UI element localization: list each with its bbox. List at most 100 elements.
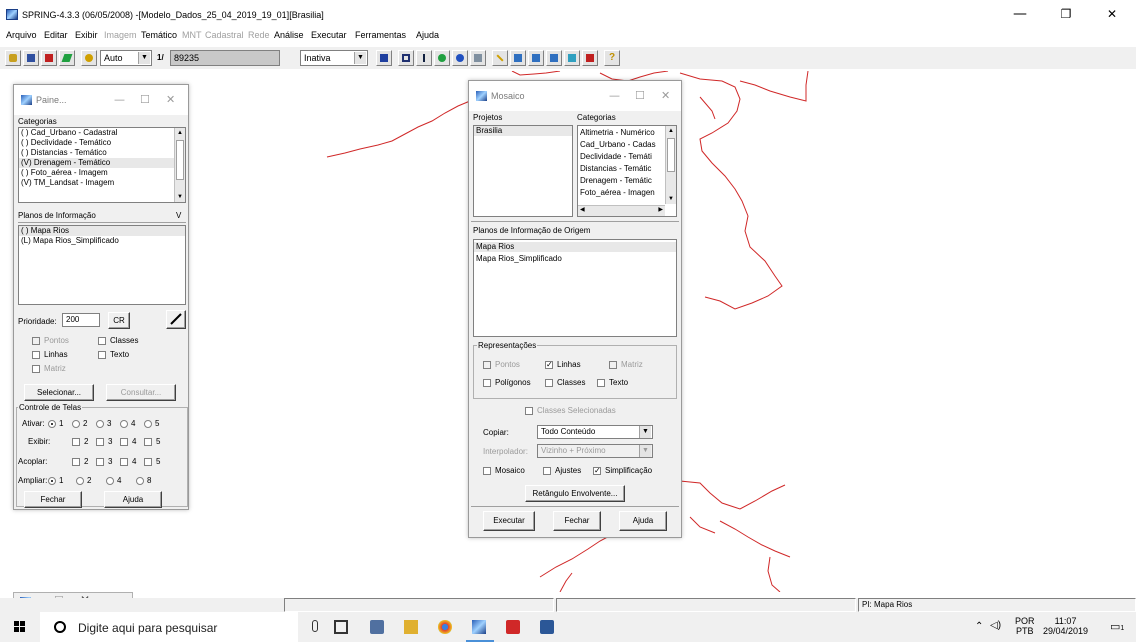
chevron-up-icon[interactable]: ⌃	[975, 621, 983, 632]
painel-ajuda-button[interactable]: Ajuda	[104, 491, 162, 508]
painel-titlebar[interactable]: Paine... — ☐ ✕	[14, 85, 188, 115]
mosaico-checkbox[interactable]	[483, 467, 491, 475]
planos-list[interactable]: ( ) Mapa Rios (L) Mapa Rios_Simplificado	[18, 225, 186, 305]
edit-color-button[interactable]	[166, 310, 186, 329]
undo-icon[interactable]	[582, 50, 598, 66]
taskbar-search[interactable]: Digite aqui para pesquisar	[40, 612, 318, 642]
pan-icon[interactable]	[434, 50, 450, 66]
microphone-icon[interactable]	[312, 620, 318, 632]
repr-classes-checkbox[interactable]	[545, 379, 553, 387]
clock[interactable]: 11:07 29/04/2019	[1043, 616, 1088, 636]
close-button[interactable]: ✕	[1092, 4, 1132, 24]
spring-app-icon[interactable]	[472, 620, 486, 634]
menu-analise[interactable]: Análise	[274, 30, 304, 40]
categorias-scrollbar[interactable]: ▲ ▼	[174, 128, 185, 202]
edit-node-icon[interactable]	[528, 50, 544, 66]
list-item[interactable]: ( ) Cad_Urbano - Cadastral	[19, 128, 185, 138]
acoplar-checkbox-4[interactable]	[120, 458, 128, 466]
scroll-down-icon[interactable]: ▼	[666, 194, 676, 204]
acoplar-checkbox-5[interactable]	[144, 458, 152, 466]
simplificacao-checkbox[interactable]: ✓	[593, 467, 601, 475]
classes-selecionadas-checkbox[interactable]	[525, 407, 533, 415]
list-item[interactable]: (V) Drenagem - Temático	[19, 158, 185, 168]
zoom-area-icon[interactable]	[398, 50, 414, 66]
list-item[interactable]: Mapa Rios	[474, 242, 676, 252]
volume-icon[interactable]: ◁)	[990, 620, 1001, 631]
categorias-v-scrollbar[interactable]: ▲ ▼	[665, 126, 676, 204]
selecionar-button[interactable]: Selecionar...	[24, 384, 94, 401]
menu-ajuda[interactable]: Ajuda	[416, 30, 439, 40]
list-item[interactable]: Distancias - Temátic	[578, 164, 676, 174]
list-item[interactable]: ( ) Declividade - Temático	[19, 138, 185, 148]
matriz-checkbox[interactable]	[32, 365, 40, 373]
mosaico-categorias-list[interactable]: Altimetria - Numérico Cad_Urbano - Cadas…	[577, 125, 677, 217]
linhas-checkbox[interactable]	[32, 351, 40, 359]
list-item[interactable]: Foto_aérea - Imagen	[578, 188, 676, 198]
list-item[interactable]: Altimetria - Numérico	[578, 128, 676, 138]
copiar-select[interactable]: Todo Conteúdo ▼	[537, 425, 653, 439]
windows-start-icon[interactable]	[14, 621, 26, 633]
menu-imagem[interactable]: Imagem	[104, 30, 137, 40]
categorias-list[interactable]: ( ) Cad_Urbano - Cadastral ( ) Declivida…	[18, 127, 186, 203]
classes-checkbox[interactable]	[98, 337, 106, 345]
zoom-mode-select[interactable]: Auto ▼	[100, 50, 152, 66]
edit-poly-icon[interactable]	[510, 50, 526, 66]
prioridade-input[interactable]: 200	[62, 313, 100, 327]
word-icon[interactable]	[540, 620, 554, 634]
menu-mnt[interactable]: MNT	[182, 30, 202, 40]
repr-pontos-checkbox[interactable]	[483, 361, 491, 369]
list-item[interactable]: (L) Mapa Rios_Simplificado	[19, 236, 185, 246]
menu-arquivo[interactable]: Arquivo	[6, 30, 37, 40]
task-view-icon[interactable]	[334, 620, 348, 634]
planos-origem-list[interactable]: Mapa Rios Mapa Rios_Simplificado	[473, 239, 677, 337]
texto-checkbox[interactable]	[98, 351, 106, 359]
mosaico-minimize-button[interactable]: —	[609, 89, 620, 102]
list-item[interactable]: Cad_Urbano - Cadas	[578, 140, 676, 150]
mosaico-maximize-button[interactable]: ☐	[635, 89, 645, 102]
scroll-up-icon[interactable]: ▲	[175, 128, 185, 138]
query-icon[interactable]	[470, 50, 486, 66]
scroll-thumb[interactable]	[176, 140, 184, 180]
list-item[interactable]: ( ) Foto_aérea - Imagem	[19, 168, 185, 178]
list-item[interactable]: Brasilia	[474, 126, 572, 136]
chrome-icon[interactable]	[438, 620, 452, 634]
ativar-radio-1[interactable]	[48, 420, 56, 428]
mosaico-titlebar[interactable]: Mosaico — ☐ ✕	[469, 81, 681, 111]
ampliar-radio-1[interactable]	[48, 477, 56, 485]
list-item[interactable]: Mapa Rios_Simplificado	[474, 254, 676, 264]
repr-matriz-checkbox[interactable]	[609, 361, 617, 369]
scroll-right-icon[interactable]: ▶	[658, 206, 663, 213]
ativar-radio-5[interactable]	[144, 420, 152, 428]
project-icon[interactable]	[23, 50, 39, 66]
exibir-checkbox-3[interactable]	[96, 438, 104, 446]
menu-tematico[interactable]: Temático	[141, 30, 177, 40]
ampliar-radio-2[interactable]	[76, 477, 84, 485]
acoplar-checkbox-2[interactable]	[72, 458, 80, 466]
retangulo-envolvente-button[interactable]: Retângulo Envolvente...	[525, 485, 625, 502]
scale-input[interactable]: 89235	[170, 50, 280, 66]
list-item[interactable]: (V) TM_Landsat - Imagem	[19, 178, 185, 188]
help-icon[interactable]: ?	[604, 50, 620, 66]
ampliar-radio-4[interactable]	[106, 477, 114, 485]
repr-linhas-checkbox[interactable]: ✓	[545, 361, 553, 369]
repr-poligonos-checkbox[interactable]	[483, 379, 491, 387]
edit-class-icon[interactable]	[546, 50, 562, 66]
scroll-thumb[interactable]	[667, 138, 675, 172]
info-icon[interactable]	[452, 50, 468, 66]
painel-fechar-button[interactable]: Fechar	[24, 491, 82, 508]
ativar-radio-2[interactable]	[72, 420, 80, 428]
mosaico-fechar-button[interactable]: Fechar	[553, 511, 601, 531]
ajustes-checkbox[interactable]	[543, 467, 551, 475]
menu-executar[interactable]: Executar	[311, 30, 347, 40]
categorias-h-scrollbar[interactable]: ◀ ▶	[578, 205, 665, 216]
painel-close-button[interactable]: ✕	[166, 93, 175, 106]
list-item[interactable]: ( ) Distancias - Temático	[19, 148, 185, 158]
layers-icon[interactable]	[41, 50, 57, 66]
pontos-checkbox[interactable]	[32, 337, 40, 345]
maximize-button[interactable]: ❐	[1046, 4, 1086, 24]
ativar-radio-3[interactable]	[96, 420, 104, 428]
database-icon[interactable]	[5, 50, 21, 66]
list-item[interactable]: ( ) Mapa Rios	[19, 226, 185, 236]
ativar-radio-4[interactable]	[120, 420, 128, 428]
menu-cadastral[interactable]: Cadastral	[205, 30, 244, 40]
